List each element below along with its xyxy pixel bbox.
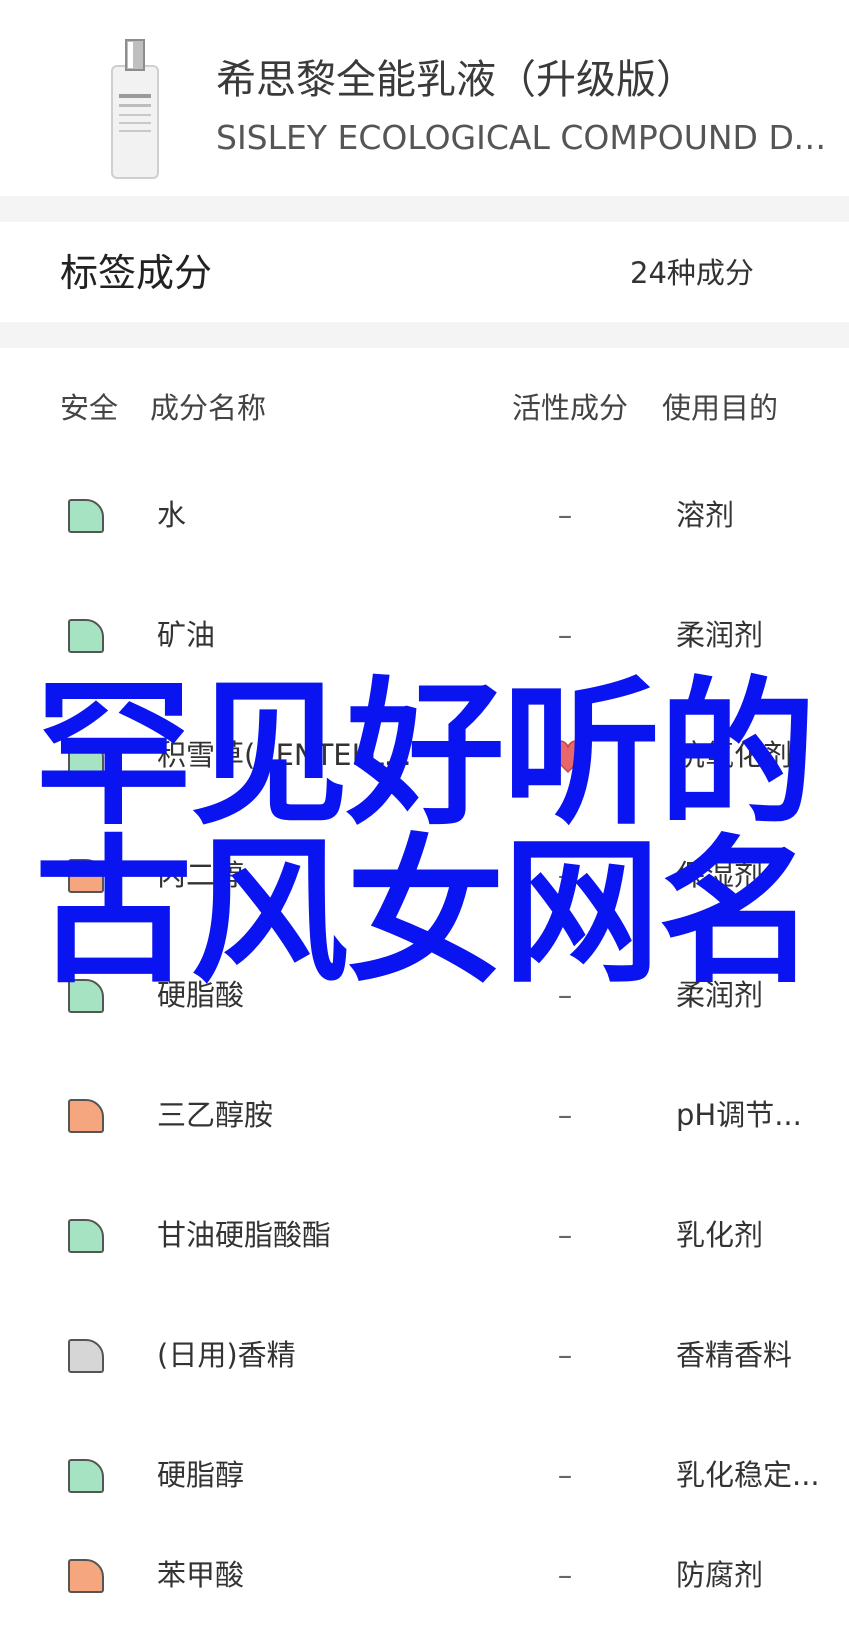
ingredient-row[interactable]: 积雪草(CENTELL... 抗氧化剂 (0, 705, 849, 825)
ingredient-purpose: 香精香料 (676, 1338, 793, 1372)
safety-level-icon (68, 739, 104, 773)
safety-level-icon (68, 619, 104, 653)
ingredient-name: 矿油 (157, 618, 216, 652)
safety-level-icon (68, 1459, 104, 1493)
ingredient-purpose: 防腐剂 (676, 1558, 764, 1592)
product-name: 希思黎全能乳液（升级版） (216, 57, 696, 103)
ingredient-name: 积雪草(CENTELL... (157, 738, 412, 772)
ingredient-purpose: 抗氧化剂 (676, 738, 793, 772)
ingredient-count: 24种成分 (630, 256, 754, 290)
product-header[interactable]: 希思黎全能乳液（升级版） SISLEY ECOLOGICAL COMPOUND … (0, 0, 849, 196)
ingredient-row[interactable]: 三乙醇胺 – pH调节... (0, 1065, 849, 1185)
ingredient-row[interactable]: 甘油硬脂酸酯 – 乳化剂 (0, 1185, 849, 1305)
product-bottle-image (111, 39, 159, 179)
tag-ingredients-title: 标签成分 (60, 251, 213, 295)
ingredient-row[interactable]: 硬脂酸 – 柔润剂 (0, 945, 849, 1065)
ingredient-row[interactable]: (日用)香精 – 香精香料 (0, 1305, 849, 1425)
ingredient-name: 三乙醇胺 (157, 1098, 274, 1132)
ingredient-name: 水 (157, 498, 187, 532)
safety-level-icon (68, 1339, 104, 1373)
tag-ingredients-row[interactable]: 标签成分 24种成分 (0, 222, 849, 322)
active-marker: – (557, 1458, 573, 1492)
ingredient-purpose: 柔润剂 (676, 978, 764, 1012)
active-ingredient-heart-icon (549, 740, 587, 774)
ingredient-purpose: pH调节... (676, 1098, 802, 1132)
ingredient-name: 苯甲酸 (157, 1558, 245, 1592)
ingredient-name: 硬脂酸 (157, 978, 245, 1012)
ingredient-row[interactable]: 水 – 溶剂 (0, 465, 849, 585)
ingredient-purpose: 保湿剂 (676, 858, 764, 892)
active-marker: – (557, 1558, 573, 1592)
active-marker: – (557, 858, 573, 892)
safety-level-icon (68, 499, 104, 533)
ingredient-purpose: 柔润剂 (676, 618, 764, 652)
ingredient-row[interactable]: 丙二醇 – 保湿剂 (0, 825, 849, 945)
active-marker: – (557, 618, 573, 652)
column-header-safety: 安全 (60, 391, 119, 425)
ingredient-name: (日用)香精 (157, 1338, 296, 1372)
ingredient-purpose: 乳化剂 (676, 1218, 764, 1252)
product-english-name: SISLEY ECOLOGICAL COMPOUND DAY... (216, 118, 846, 157)
section-divider (0, 196, 849, 222)
column-header-name: 成分名称 (150, 391, 267, 425)
safety-level-icon (68, 1559, 104, 1593)
ingredient-purpose: 溶剂 (676, 498, 735, 532)
safety-level-icon (68, 979, 104, 1013)
ingredient-name: 硬脂醇 (157, 1458, 245, 1492)
active-marker: – (557, 1218, 573, 1252)
ingredient-purpose: 乳化稳定... (676, 1458, 820, 1492)
active-marker: – (557, 1338, 573, 1372)
active-marker: – (557, 498, 573, 532)
safety-level-icon (68, 1099, 104, 1133)
active-marker: – (557, 978, 573, 1012)
ingredient-row[interactable]: 苯甲酸 – 防腐剂 (0, 1525, 849, 1645)
ingredient-name: 甘油硬脂酸酯 (157, 1218, 332, 1252)
safety-level-icon (68, 859, 104, 893)
safety-level-icon (68, 1219, 104, 1253)
active-marker: – (557, 1098, 573, 1132)
section-divider (0, 322, 849, 348)
ingredient-row[interactable]: 矿油 – 柔润剂 (0, 585, 849, 705)
column-header-purpose: 使用目的 (662, 391, 779, 425)
ingredient-name: 丙二醇 (157, 858, 245, 892)
ingredient-list: 安全 成分名称 活性成分 使用目的 水 – 溶剂 矿油 – 柔润剂 积雪草(CE… (0, 348, 849, 1649)
column-header-active: 活性成分 (512, 391, 629, 425)
